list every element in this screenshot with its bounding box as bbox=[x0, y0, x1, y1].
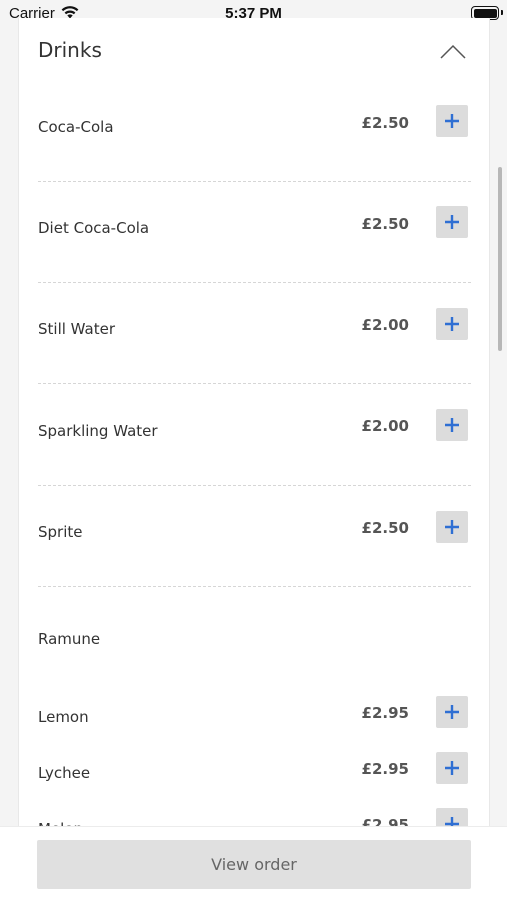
add-item-button[interactable] bbox=[436, 206, 468, 238]
plus-icon bbox=[445, 418, 459, 432]
plus-icon bbox=[445, 317, 459, 331]
add-item-button[interactable] bbox=[436, 696, 468, 728]
section-title: Drinks bbox=[38, 38, 102, 62]
add-item-button[interactable] bbox=[436, 409, 468, 441]
item-price: £2.00 bbox=[361, 417, 409, 435]
plus-icon bbox=[445, 215, 459, 229]
item-name: Sprite bbox=[38, 523, 83, 541]
divider bbox=[38, 181, 471, 182]
item-name: Sparkling Water bbox=[38, 422, 158, 440]
plus-icon bbox=[445, 705, 459, 719]
add-item-button[interactable] bbox=[436, 105, 468, 137]
item-price: £2.00 bbox=[361, 316, 409, 334]
add-item-button[interactable] bbox=[436, 752, 468, 784]
list-item: Lychee £2.95 bbox=[19, 751, 489, 791]
plus-icon bbox=[445, 761, 459, 775]
add-item-button[interactable] bbox=[436, 308, 468, 340]
plus-icon bbox=[445, 520, 459, 534]
item-price: £2.95 bbox=[361, 760, 409, 778]
list-item: Sprite £2.50 bbox=[19, 509, 489, 569]
list-item: Diet Coca-Cola £2.50 bbox=[19, 204, 489, 264]
bottom-bar: View order bbox=[0, 826, 507, 900]
item-name: Diet Coca-Cola bbox=[38, 219, 150, 237]
item-name: Lemon bbox=[38, 708, 89, 726]
item-name: Still Water bbox=[38, 320, 116, 338]
divider bbox=[38, 586, 471, 587]
item-price: £2.95 bbox=[361, 704, 409, 722]
list-item: Lemon £2.95 bbox=[19, 695, 489, 735]
add-item-button[interactable] bbox=[436, 511, 468, 543]
item-price: £2.50 bbox=[361, 114, 409, 132]
item-price: £2.50 bbox=[361, 519, 409, 537]
add-item-button[interactable] bbox=[436, 808, 468, 828]
list-item: Melon £2.95 bbox=[19, 807, 489, 828]
item-name: Coca-Cola bbox=[38, 118, 114, 136]
plus-icon bbox=[445, 114, 459, 128]
list-item: Coca-Cola £2.50 bbox=[19, 103, 489, 163]
scrollbar[interactable] bbox=[498, 167, 502, 351]
collapse-chevron-icon[interactable] bbox=[439, 42, 467, 64]
divider bbox=[38, 485, 471, 486]
divider bbox=[38, 383, 471, 384]
item-name: Lychee bbox=[38, 764, 91, 782]
item-price: £2.50 bbox=[361, 215, 409, 233]
divider bbox=[38, 282, 471, 283]
list-item: Sparkling Water £2.00 bbox=[19, 407, 489, 467]
menu-section-card: Drinks Coca-Cola £2.50 Diet Coca-Cola £2… bbox=[18, 18, 490, 828]
list-item: Still Water £2.00 bbox=[19, 306, 489, 366]
group-title: Ramune bbox=[38, 630, 101, 648]
view-order-button[interactable]: View order bbox=[37, 840, 471, 889]
